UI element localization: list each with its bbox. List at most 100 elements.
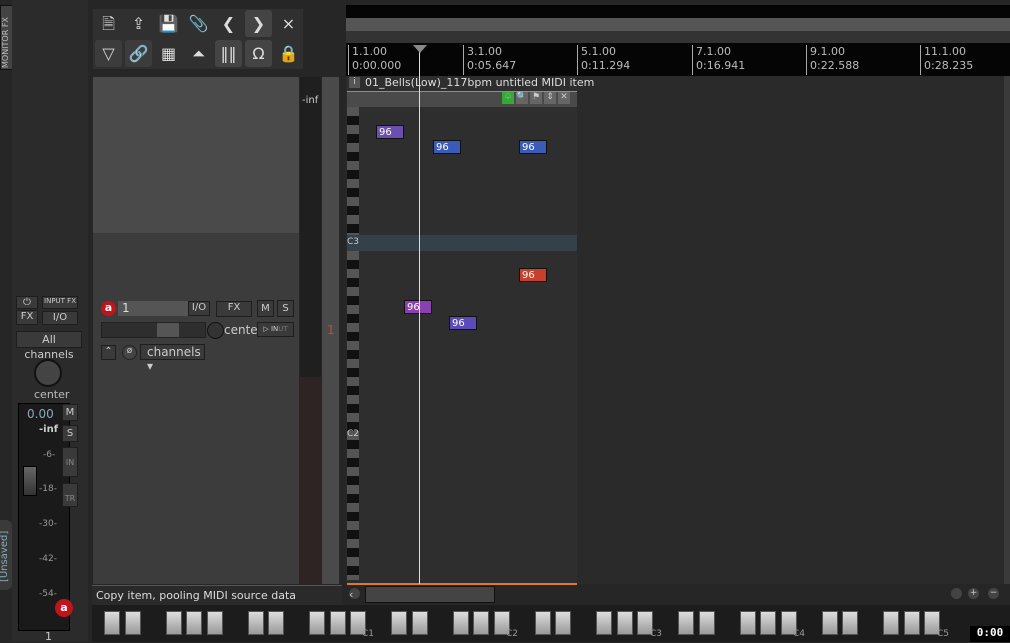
midi-note[interactable]: 96 bbox=[433, 140, 461, 154]
master-record-arm-icon[interactable]: a bbox=[55, 599, 73, 617]
input-fx-button[interactable]: INPUT FX bbox=[42, 296, 78, 309]
marker-bar bbox=[346, 31, 1010, 43]
midi-item[interactable]: i 01_Bells(Low)_117bpm untitled MIDI ite… bbox=[347, 76, 594, 586]
track-control-panel: a 1 I/O FX M S center ▷ INUT ⌃ ø channel… bbox=[93, 77, 299, 584]
back-icon[interactable]: ❮ bbox=[215, 10, 242, 37]
monitor-fx-label: MONITOR FX bbox=[1, 17, 10, 68]
keyboard-key[interactable] bbox=[104, 611, 120, 635]
keyboard-key[interactable] bbox=[329, 611, 346, 635]
midi-note[interactable]: 96 bbox=[376, 125, 404, 139]
keyboard-key[interactable] bbox=[698, 611, 715, 635]
toolbar: 🗎 ⇪ 💾 📎 ❮ ❯ ⨯ ▽ 🔗 ▦ ⏶ ‖‖ Ω 🔒 bbox=[93, 9, 303, 69]
keyboard-key[interactable] bbox=[555, 611, 571, 635]
keyboard-key[interactable] bbox=[124, 611, 141, 635]
playhead-marker-icon[interactable] bbox=[413, 45, 427, 53]
keyboard-key[interactable] bbox=[739, 611, 756, 635]
phase-icon[interactable]: ø bbox=[122, 345, 137, 360]
snap-icon[interactable]: Ω bbox=[245, 40, 272, 67]
keyboard-key[interactable] bbox=[186, 611, 202, 635]
zoom-out-icon[interactable]: − bbox=[988, 588, 999, 599]
midi-note[interactable]: 96 bbox=[449, 316, 477, 330]
keyboard-key[interactable] bbox=[247, 611, 264, 635]
keyboard-key[interactable] bbox=[883, 611, 899, 635]
c3-label: C3 bbox=[347, 237, 360, 247]
master-solo-button[interactable]: S bbox=[62, 425, 78, 442]
keyboard-key[interactable] bbox=[206, 611, 223, 635]
item-info-icon[interactable]: i bbox=[349, 77, 360, 88]
track-pan-knob[interactable] bbox=[207, 322, 224, 339]
meter-scale: -6- bbox=[43, 450, 56, 460]
envelope-icon[interactable]: ⏶ bbox=[185, 40, 212, 67]
octave-label: C2 bbox=[506, 629, 519, 639]
keyboard-key[interactable] bbox=[391, 611, 407, 635]
track-solo-button[interactable]: S bbox=[277, 300, 294, 317]
item-resize-icon[interactable]: ⇕ bbox=[544, 92, 556, 104]
track-record-arm-icon[interactable]: a bbox=[101, 301, 116, 316]
filter-icon[interactable]: ▽ bbox=[95, 40, 122, 67]
track-fx-button[interactable]: FX bbox=[216, 301, 252, 317]
keyboard-key[interactable] bbox=[411, 611, 428, 635]
keyboard-key[interactable] bbox=[821, 611, 838, 635]
forward-icon[interactable]: ❯ bbox=[245, 10, 272, 37]
open-project-icon[interactable]: ⇪ bbox=[125, 10, 152, 37]
keyboard-key[interactable] bbox=[842, 611, 858, 635]
vertical-scrollbar[interactable] bbox=[1004, 76, 1010, 584]
midi-note[interactable]: 96 bbox=[404, 300, 432, 314]
keyboard-key[interactable] bbox=[760, 611, 776, 635]
master-tr-button[interactable]: TR bbox=[62, 483, 78, 507]
horizontal-scrollbar[interactable]: ‹ + − bbox=[346, 585, 1010, 604]
scroll-thumb[interactable] bbox=[365, 586, 495, 603]
track-io-button[interactable]: I/O bbox=[188, 301, 210, 316]
keyboard-key[interactable] bbox=[534, 611, 551, 635]
lock-icon[interactable]: 🔒 bbox=[275, 40, 302, 67]
keyboard-key[interactable] bbox=[903, 611, 920, 635]
link-icon[interactable]: 🔗 bbox=[125, 40, 152, 67]
grid-icon[interactable]: ▦ bbox=[155, 40, 182, 67]
master-io-button[interactable]: I/O bbox=[42, 311, 78, 325]
zoom-in-icon[interactable]: + bbox=[968, 588, 979, 599]
save-icon[interactable]: 💾 bbox=[155, 10, 182, 37]
keyboard-key[interactable] bbox=[165, 611, 182, 635]
item-zoom-icon[interactable]: 🔍 bbox=[516, 92, 528, 104]
volume-slider-handle[interactable] bbox=[157, 323, 179, 337]
track-volume-slider[interactable] bbox=[101, 322, 206, 338]
keyboard-key[interactable] bbox=[596, 611, 612, 635]
keyboard-key[interactable] bbox=[309, 611, 325, 635]
metronome-icon[interactable]: ⨯ bbox=[275, 10, 302, 37]
keyboard-key[interactable] bbox=[473, 611, 489, 635]
item-mixer-icon[interactable]: ♤ bbox=[502, 92, 514, 104]
master-in-button[interactable]: IN bbox=[62, 447, 78, 477]
track-name-field[interactable]: 1 bbox=[118, 301, 190, 316]
keyboard-key[interactable] bbox=[616, 611, 633, 635]
master-fx-button[interactable]: FX bbox=[16, 310, 38, 325]
envelope-button[interactable]: ⌃ bbox=[101, 345, 116, 360]
track-mute-button[interactable]: M bbox=[257, 300, 274, 317]
keyboard-key[interactable] bbox=[678, 611, 694, 635]
master-mute-button[interactable]: M bbox=[62, 404, 78, 421]
keyboard-key[interactable] bbox=[268, 611, 284, 635]
scroll-right-icon[interactable] bbox=[951, 588, 962, 599]
new-project-icon[interactable]: 🗎 bbox=[95, 10, 122, 37]
attach-icon[interactable]: 📎 bbox=[185, 10, 212, 37]
status-bar: Copy item, pooling MIDI source data bbox=[92, 585, 342, 605]
master-fx-bypass[interactable]: ⏻ bbox=[16, 296, 38, 309]
virtual-keyboard[interactable] bbox=[92, 605, 1010, 642]
master-channels[interactable]: All channels bbox=[16, 331, 82, 361]
keyboard-key[interactable] bbox=[452, 611, 469, 635]
project-tab[interactable]: [Unsaved] bbox=[0, 520, 12, 590]
master-fader[interactable] bbox=[23, 466, 37, 496]
channels-dropdown[interactable]: channels ▾ bbox=[140, 344, 205, 373]
timeline-ruler[interactable] bbox=[346, 43, 1010, 76]
track-in-out-button[interactable]: ▷ INUT bbox=[257, 322, 294, 337]
master-pan-label: center bbox=[34, 388, 70, 401]
bars-icon[interactable]: ‖‖ bbox=[215, 40, 242, 67]
scroll-left-icon[interactable]: ‹ bbox=[349, 588, 360, 601]
midi-note[interactable]: 96 bbox=[519, 140, 547, 154]
master-pan-knob[interactable] bbox=[34, 359, 62, 387]
meter-scale: -54- bbox=[39, 589, 57, 599]
midi-note[interactable]: 96 bbox=[519, 268, 547, 282]
item-close-icon[interactable]: ✕ bbox=[558, 92, 570, 104]
item-flag-icon[interactable]: ⚑ bbox=[530, 92, 542, 104]
ruler-mark: 11.1.00 0:28.235 bbox=[920, 45, 973, 75]
playhead[interactable] bbox=[419, 48, 420, 584]
